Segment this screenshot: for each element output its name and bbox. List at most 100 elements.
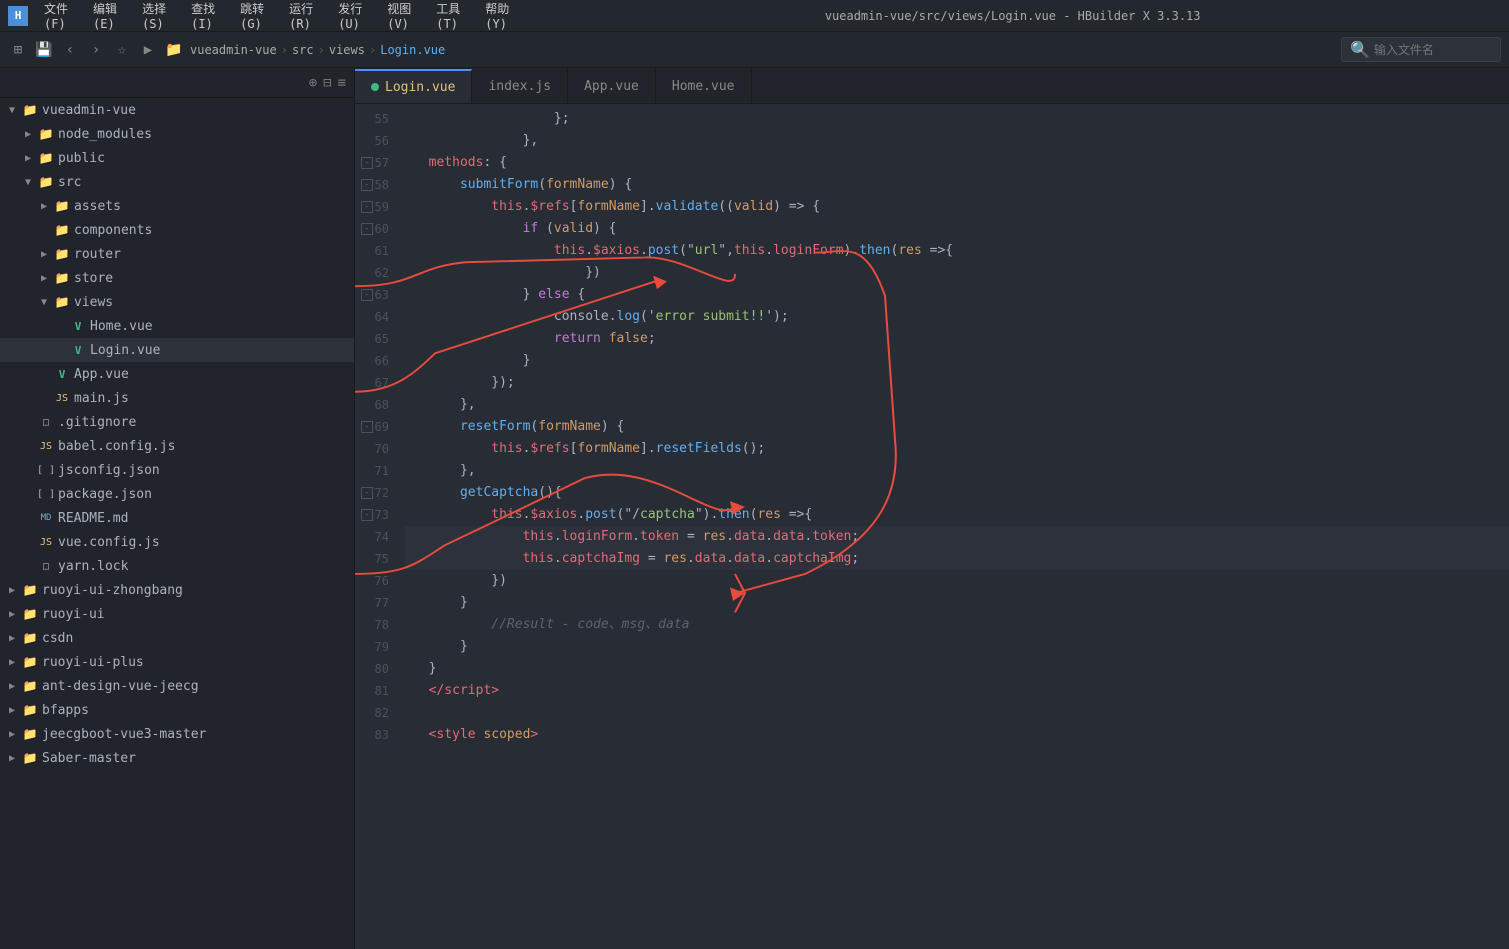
sidebar-item-home-vue[interactable]: V Home.vue: [0, 314, 354, 338]
sidebar-item-jsconfig[interactable]: [ ] jsconfig.json: [0, 458, 354, 482]
breadcrumb-file[interactable]: Login.vue: [380, 43, 445, 57]
collapse-73[interactable]: -: [361, 509, 373, 521]
menu-edit[interactable]: 编辑(E): [85, 0, 132, 33]
sidebar-item-gitignore[interactable]: □ .gitignore: [0, 410, 354, 434]
sidebar-item-components[interactable]: 📁 components: [0, 218, 354, 242]
sidebar-item-store[interactable]: ▶ 📁 store: [0, 266, 354, 290]
folder-icon: 📁: [22, 102, 38, 118]
tab-login-vue[interactable]: Login.vue: [355, 69, 472, 103]
sidebar-item-ruoyi-plus[interactable]: ▶ 📁 ruoyi-ui-plus: [0, 650, 354, 674]
code-line-60[interactable]: if (valid) {: [405, 218, 1509, 240]
code-line-61[interactable]: this.$axios.post("url",this.loginForm).t…: [405, 240, 1509, 262]
menu-file[interactable]: 文件(F): [36, 0, 83, 33]
code-line-82[interactable]: [405, 702, 1509, 724]
code-line-75[interactable]: this.captchaImg = res.data.data.captchaI…: [405, 548, 1509, 570]
sidebar-item-main-js[interactable]: JS main.js: [0, 386, 354, 410]
back-icon[interactable]: ‹: [60, 40, 80, 60]
folder-icon[interactable]: 📁: [164, 40, 184, 60]
sidebar-item-ruoyi-zhongbang[interactable]: ▶ 📁 ruoyi-ui-zhongbang: [0, 578, 354, 602]
tab-index-js[interactable]: index.js: [472, 69, 568, 103]
code-line-73[interactable]: this.$axios.post("/captcha").then(res =>…: [405, 504, 1509, 526]
file-search-box[interactable]: 🔍: [1341, 37, 1501, 62]
menu-help[interactable]: 帮助(Y): [477, 0, 524, 33]
file-search-input[interactable]: [1374, 43, 1494, 57]
tab-home-vue[interactable]: Home.vue: [656, 69, 752, 103]
sidebar-item-bfapps[interactable]: ▶ 📁 bfapps: [0, 698, 354, 722]
menu-icon[interactable]: ≡: [338, 75, 346, 91]
add-file-icon[interactable]: ⊕: [309, 75, 317, 91]
sidebar-item-src[interactable]: ▼ 📁 src: [0, 170, 354, 194]
sidebar-item-node-modules[interactable]: ▶ 📁 node_modules: [0, 122, 354, 146]
run-icon[interactable]: ▶: [138, 40, 158, 60]
new-file-icon[interactable]: ⊞: [8, 40, 28, 60]
sidebar-item-ruoyi-ui[interactable]: ▶ 📁 ruoyi-ui: [0, 602, 354, 626]
sidebar-item-assets[interactable]: ▶ 📁 assets: [0, 194, 354, 218]
sidebar-item-yarn-lock[interactable]: □ yarn.lock: [0, 554, 354, 578]
sidebar-item-app-vue[interactable]: V App.vue: [0, 362, 354, 386]
collapse-63[interactable]: -: [361, 289, 373, 301]
sidebar-item-login-vue[interactable]: V Login.vue: [0, 338, 354, 362]
bookmark-icon[interactable]: ☆: [112, 40, 132, 60]
sidebar-item-public[interactable]: ▶ 📁 public: [0, 146, 354, 170]
code-line-66[interactable]: }: [405, 350, 1509, 372]
code-line-81[interactable]: </script>: [405, 680, 1509, 702]
collapse-72[interactable]: -: [361, 487, 373, 499]
expand-arrow: ▶: [4, 630, 20, 646]
code-line-83[interactable]: <style scoped>: [405, 724, 1509, 746]
tab-label: index.js: [488, 79, 551, 94]
code-line-79[interactable]: }: [405, 636, 1509, 658]
code-line-74[interactable]: this.loginForm.token = res.data.data.tok…: [405, 526, 1509, 548]
code-line-67[interactable]: });: [405, 372, 1509, 394]
menu-find[interactable]: 查找(I): [183, 0, 230, 33]
sidebar-item-jeecgboot[interactable]: ▶ 📁 jeecgboot-vue3-master: [0, 722, 354, 746]
sidebar-item-label: bfapps: [42, 703, 89, 718]
sidebar-item-ant-design[interactable]: ▶ 📁 ant-design-vue-jeecg: [0, 674, 354, 698]
menu-tools[interactable]: 工具(T): [428, 0, 475, 33]
code-line-68[interactable]: },: [405, 394, 1509, 416]
menu-publish[interactable]: 发行(U): [330, 0, 377, 33]
code-line-71[interactable]: },: [405, 460, 1509, 482]
code-line-69[interactable]: resetForm(formName) {: [405, 416, 1509, 438]
code-line-55[interactable]: };: [405, 108, 1509, 130]
code-line-76[interactable]: }): [405, 570, 1509, 592]
code-line-59[interactable]: this.$refs[formName].validate((valid) =>…: [405, 196, 1509, 218]
sidebar-item-package[interactable]: [ ] package.json: [0, 482, 354, 506]
sidebar-item-csdn[interactable]: ▶ 📁 csdn: [0, 626, 354, 650]
sidebar-item-root[interactable]: ▼ 📁 vueadmin-vue: [0, 98, 354, 122]
collapse-57[interactable]: -: [361, 157, 373, 169]
code-line-63[interactable]: } else {: [405, 284, 1509, 306]
sidebar-item-babel[interactable]: JS babel.config.js: [0, 434, 354, 458]
sidebar-item-router[interactable]: ▶ 📁 router: [0, 242, 354, 266]
code-line-78[interactable]: //Result - code、msg、data: [405, 614, 1509, 636]
code-line-56[interactable]: },: [405, 130, 1509, 152]
breadcrumb-root[interactable]: vueadmin-vue: [190, 43, 277, 57]
breadcrumb-views[interactable]: views: [329, 43, 365, 57]
code-line-72[interactable]: getCaptcha(){: [405, 482, 1509, 504]
code-line-57[interactable]: methods: {: [405, 152, 1509, 174]
code-line-65[interactable]: return false;: [405, 328, 1509, 350]
collapse-58[interactable]: -: [361, 179, 373, 191]
menu-run[interactable]: 运行(R): [281, 0, 328, 33]
menu-select[interactable]: 选择(S): [134, 0, 181, 33]
code-line-80[interactable]: }: [405, 658, 1509, 680]
sidebar-item-label: vue.config.js: [58, 535, 160, 550]
collapse-69[interactable]: -: [361, 421, 373, 433]
collapse-60[interactable]: -: [361, 223, 373, 235]
code-line-70[interactable]: this.$refs[formName].resetFields();: [405, 438, 1509, 460]
code-line-58[interactable]: submitForm(formName) {: [405, 174, 1509, 196]
sidebar-item-saber[interactable]: ▶ 📁 Saber-master: [0, 746, 354, 770]
forward-icon[interactable]: ›: [86, 40, 106, 60]
code-line-64[interactable]: console.log('error submit!!');: [405, 306, 1509, 328]
menu-view[interactable]: 视图(V): [379, 0, 426, 33]
collapse-59[interactable]: -: [361, 201, 373, 213]
tab-app-vue[interactable]: App.vue: [568, 69, 656, 103]
sidebar-item-views[interactable]: ▼ 📁 views: [0, 290, 354, 314]
sidebar-item-readme[interactable]: MD README.md: [0, 506, 354, 530]
breadcrumb-src[interactable]: src: [292, 43, 314, 57]
code-line-77[interactable]: }: [405, 592, 1509, 614]
menu-goto[interactable]: 跳转(G): [232, 0, 279, 33]
sidebar-item-vueconfig[interactable]: JS vue.config.js: [0, 530, 354, 554]
collapse-icon[interactable]: ⊟: [323, 75, 331, 91]
code-line-62[interactable]: }): [405, 262, 1509, 284]
save-icon[interactable]: 💾: [34, 40, 54, 60]
